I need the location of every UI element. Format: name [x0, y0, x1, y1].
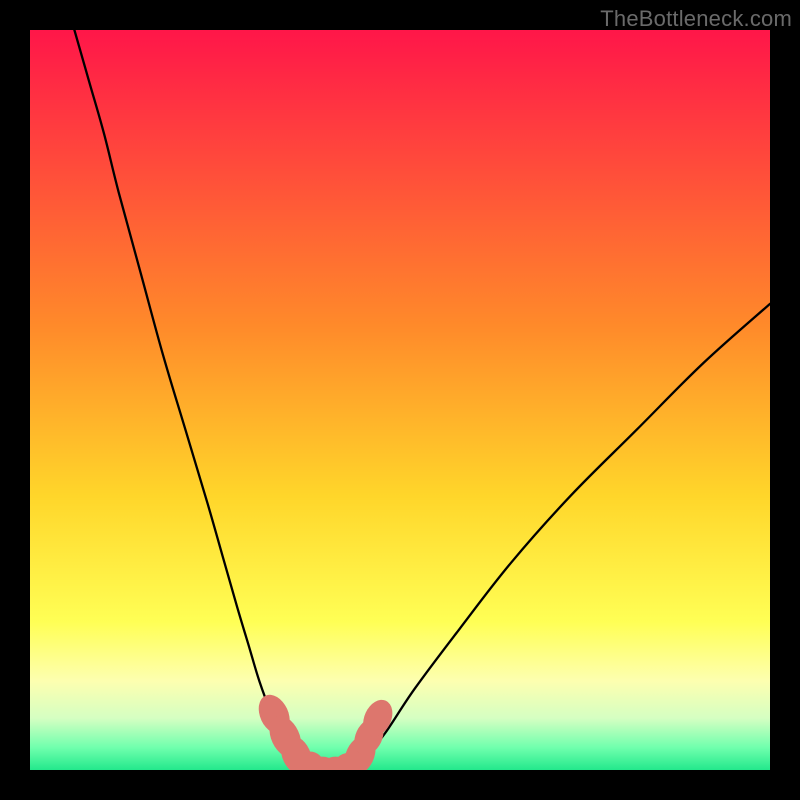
watermark-text: TheBottleneck.com — [600, 6, 792, 32]
chart-background — [30, 30, 770, 770]
outer-frame: TheBottleneck.com — [0, 0, 800, 800]
plot-area — [30, 30, 770, 770]
chart-svg — [30, 30, 770, 770]
